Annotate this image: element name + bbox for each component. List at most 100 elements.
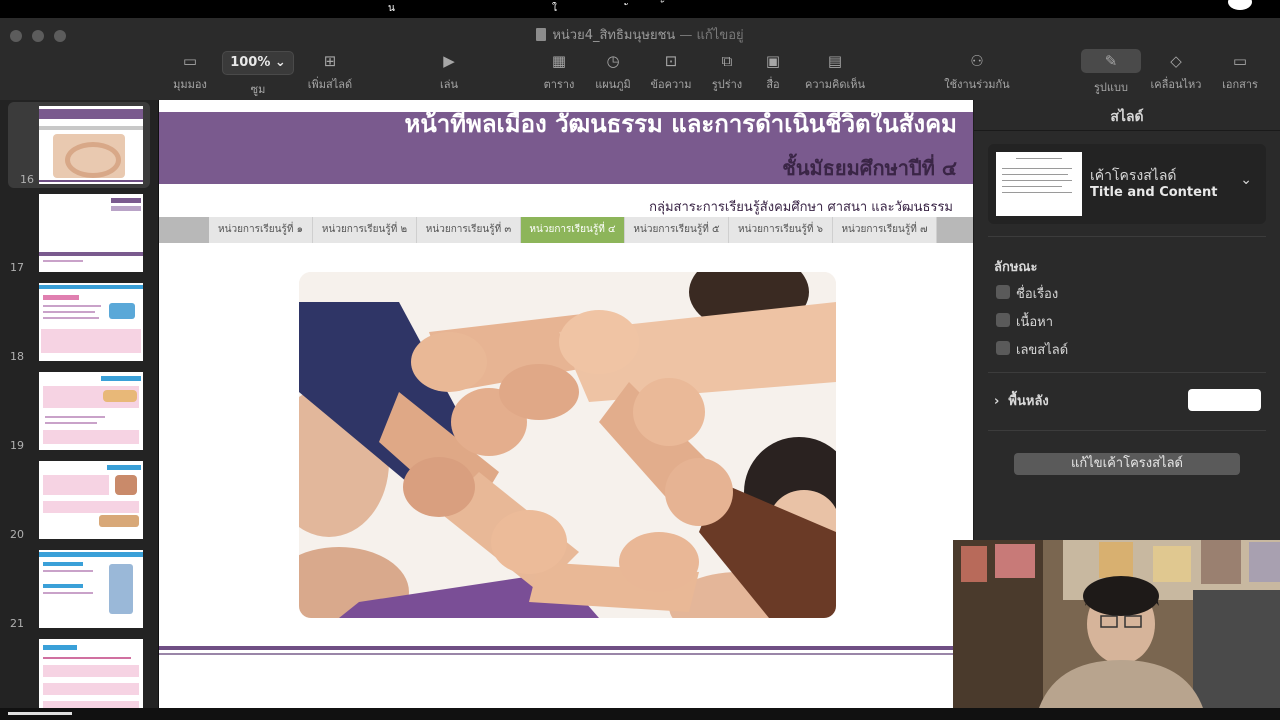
table-label: ตาราง	[543, 78, 575, 91]
document-title: หน่วย4_สิทธิมนุษยชน — แก้ไขอยู่	[0, 24, 1280, 45]
title-checkbox[interactable]	[996, 285, 1010, 299]
diamond-icon: ◇	[1170, 52, 1182, 70]
background-disclosure[interactable]: › พื้นหลัง	[994, 390, 1049, 411]
appearance-label: ลักษณะ	[994, 260, 1038, 275]
unit-tab-6[interactable]: หน่วยการเรียนรู้ที่ ๖	[729, 217, 833, 243]
section-divider	[988, 430, 1266, 431]
chart-label: แผนภูมิ	[595, 78, 631, 91]
webcam-overlay	[953, 540, 1280, 714]
add-slide-label: เพิ่มสไลด์	[307, 78, 353, 91]
slide-thumbnail[interactable]	[0, 635, 158, 708]
layout-thumbnail	[996, 152, 1082, 216]
add-slide-button[interactable]: ⊞ เพิ่มสไลด์	[300, 52, 360, 93]
body-checkbox-label: เนื้อหา	[1016, 315, 1054, 330]
slide-number: 18	[10, 350, 24, 363]
slide-title[interactable]: หน้าที่พลเมือง วัฒนธรรม และการดำเนินชีวิ…	[405, 104, 958, 143]
section-divider	[988, 372, 1266, 373]
footer-rule-secondary	[159, 653, 953, 655]
slide-thumbnail[interactable]: 19	[0, 368, 158, 454]
edited-status: — แก้ไขอยู่	[679, 28, 744, 43]
view-label: มุมมอง	[173, 78, 207, 91]
progress-bar	[8, 712, 72, 715]
layout-name: Title and Content	[1090, 185, 1218, 200]
slide-thumbnail[interactable]: 16	[8, 102, 150, 188]
animate-button[interactable]: ◇ เคลื่อนไหว	[1146, 52, 1206, 93]
slide-canvas[interactable]: หน้าที่พลเมือง วัฒนธรรม และการดำเนินชีวิ…	[159, 100, 973, 708]
bottom-edge	[0, 708, 1280, 720]
section-divider	[988, 236, 1266, 237]
text-button[interactable]: ⊡ ข้อความ	[641, 52, 701, 93]
slide-number: 19	[10, 439, 24, 452]
background-color-well[interactable]	[1188, 389, 1261, 411]
current-slide[interactable]: หน้าที่พลเมือง วัฒนธรรม และการดำเนินชีวิ…	[159, 100, 973, 708]
slide-number: 20	[10, 528, 24, 541]
play-icon: ▶	[443, 52, 455, 70]
table-button[interactable]: ▦ ตาราง	[529, 52, 589, 93]
plus-icon: ⊞	[323, 52, 337, 70]
unit-tabs: หน่วยการเรียนรู้ที่ ๑ หน่วยการเรียนรู้ที…	[209, 217, 937, 243]
slide-number: 21	[10, 617, 24, 630]
slide-number-checkbox[interactable]	[996, 341, 1010, 355]
brush-icon: ✎	[1081, 49, 1141, 73]
document-button[interactable]: ▭ เอกสาร	[1210, 52, 1270, 93]
hands-illustration	[299, 272, 836, 618]
status-indicator	[1228, 0, 1252, 10]
document-file-icon	[536, 28, 547, 41]
unit-tab-2[interactable]: หน่วยการเรียนรู้ที่ ๒	[313, 217, 417, 243]
slide-thumbnail[interactable]: 18	[0, 279, 158, 365]
play-button[interactable]: ▶ เล่น	[419, 52, 479, 93]
edit-slide-layout-button[interactable]: แก้ไขเค้าโครงสไลด์	[1014, 453, 1240, 475]
slide-navigator[interactable]: 16 17 18 19 20 21	[0, 100, 159, 708]
collaborate-label: ใช้งานร่วมกัน	[944, 78, 1010, 91]
slide-number: 16	[20, 173, 34, 186]
inspector-tab-slide[interactable]: สไลด์	[974, 106, 1280, 128]
collaborate-button[interactable]: ⚇ ใช้งานร่วมกัน	[940, 52, 1014, 93]
menu-strip: น ใ ั ้	[0, 0, 1280, 18]
slide-thumbnail[interactable]: 21	[0, 546, 158, 632]
view-button[interactable]: ▭ มุมมอง	[160, 52, 220, 93]
chart-icon: ◷	[606, 52, 620, 70]
footer-rule	[159, 646, 953, 650]
unit-tab-5[interactable]: หน่วยการเรียนรู้ที่ ๕	[625, 217, 729, 243]
slide-layout-picker[interactable]: เค้าโครงสไลด์ Title and Content ⌄	[988, 144, 1266, 224]
format-label: รูปแบบ	[1094, 81, 1128, 94]
media-label: สื่อ	[766, 78, 780, 91]
slide-preview	[39, 639, 143, 708]
media-button[interactable]: ▣ สื่อ	[743, 52, 803, 93]
inspector-divider	[974, 130, 1280, 131]
chevron-down-icon: ⌄	[274, 55, 286, 70]
zoom-label: ซูม	[250, 83, 266, 96]
sidebar-icon: ▭	[182, 52, 198, 70]
slide-thumbnail[interactable]: 20	[0, 457, 158, 543]
comment-button[interactable]: ▤ ความคิดเห็น	[805, 52, 865, 93]
slide-preview	[39, 372, 143, 450]
unit-tab-1[interactable]: หน่วยการเรียนรู้ที่ ๑	[209, 217, 313, 243]
window-toolbar: หน่วย4_สิทธิมนุษยชน — แก้ไขอยู่ ▭ มุมมอง…	[0, 18, 1280, 101]
unit-tab-4[interactable]: หน่วยการเรียนรู้ที่ ๔	[521, 217, 625, 243]
slide-number: 17	[10, 261, 24, 274]
comment-icon: ▤	[827, 52, 843, 70]
menu-glyph: ใ	[552, 3, 557, 14]
unit-tab-7[interactable]: หน่วยการเรียนรู้ที่ ๗	[833, 217, 937, 243]
document-icon: ▭	[1232, 52, 1248, 70]
slide-grade[interactable]: ชั้นมัธยมศึกษาปีที่ ๔	[782, 152, 957, 184]
teamwork-hands-image[interactable]	[299, 272, 836, 618]
text-label: ข้อความ	[650, 78, 692, 91]
chevron-down-icon: ⌄	[1240, 172, 1252, 188]
slide-thumbnail[interactable]: 17	[0, 190, 158, 276]
play-label: เล่น	[439, 78, 459, 91]
layout-label: เค้าโครงสไลด์	[1090, 168, 1177, 184]
slide-number-checkbox-label: เลขสไลด์	[1016, 343, 1069, 358]
format-button[interactable]: ✎ รูปแบบ	[1081, 49, 1141, 96]
zoom-value: 100%	[230, 55, 271, 70]
animate-label: เคลื่อนไหว	[1150, 78, 1202, 91]
zoom-select[interactable]: 100% ⌄	[222, 51, 294, 75]
presenter-video	[953, 540, 1280, 714]
slide-subject[interactable]: กลุ่มสาระการเรียนรู้สังคมศึกษา ศาสนา และ…	[649, 196, 953, 217]
chart-button[interactable]: ◷ แผนภูมิ	[583, 52, 643, 93]
body-checkbox[interactable]	[996, 313, 1010, 327]
slide-preview	[39, 283, 143, 361]
unit-tab-3[interactable]: หน่วยการเรียนรู้ที่ ๓	[417, 217, 521, 243]
table-icon: ▦	[551, 52, 567, 70]
title-checkbox-label: ชื่อเรื่อง	[1016, 287, 1059, 302]
